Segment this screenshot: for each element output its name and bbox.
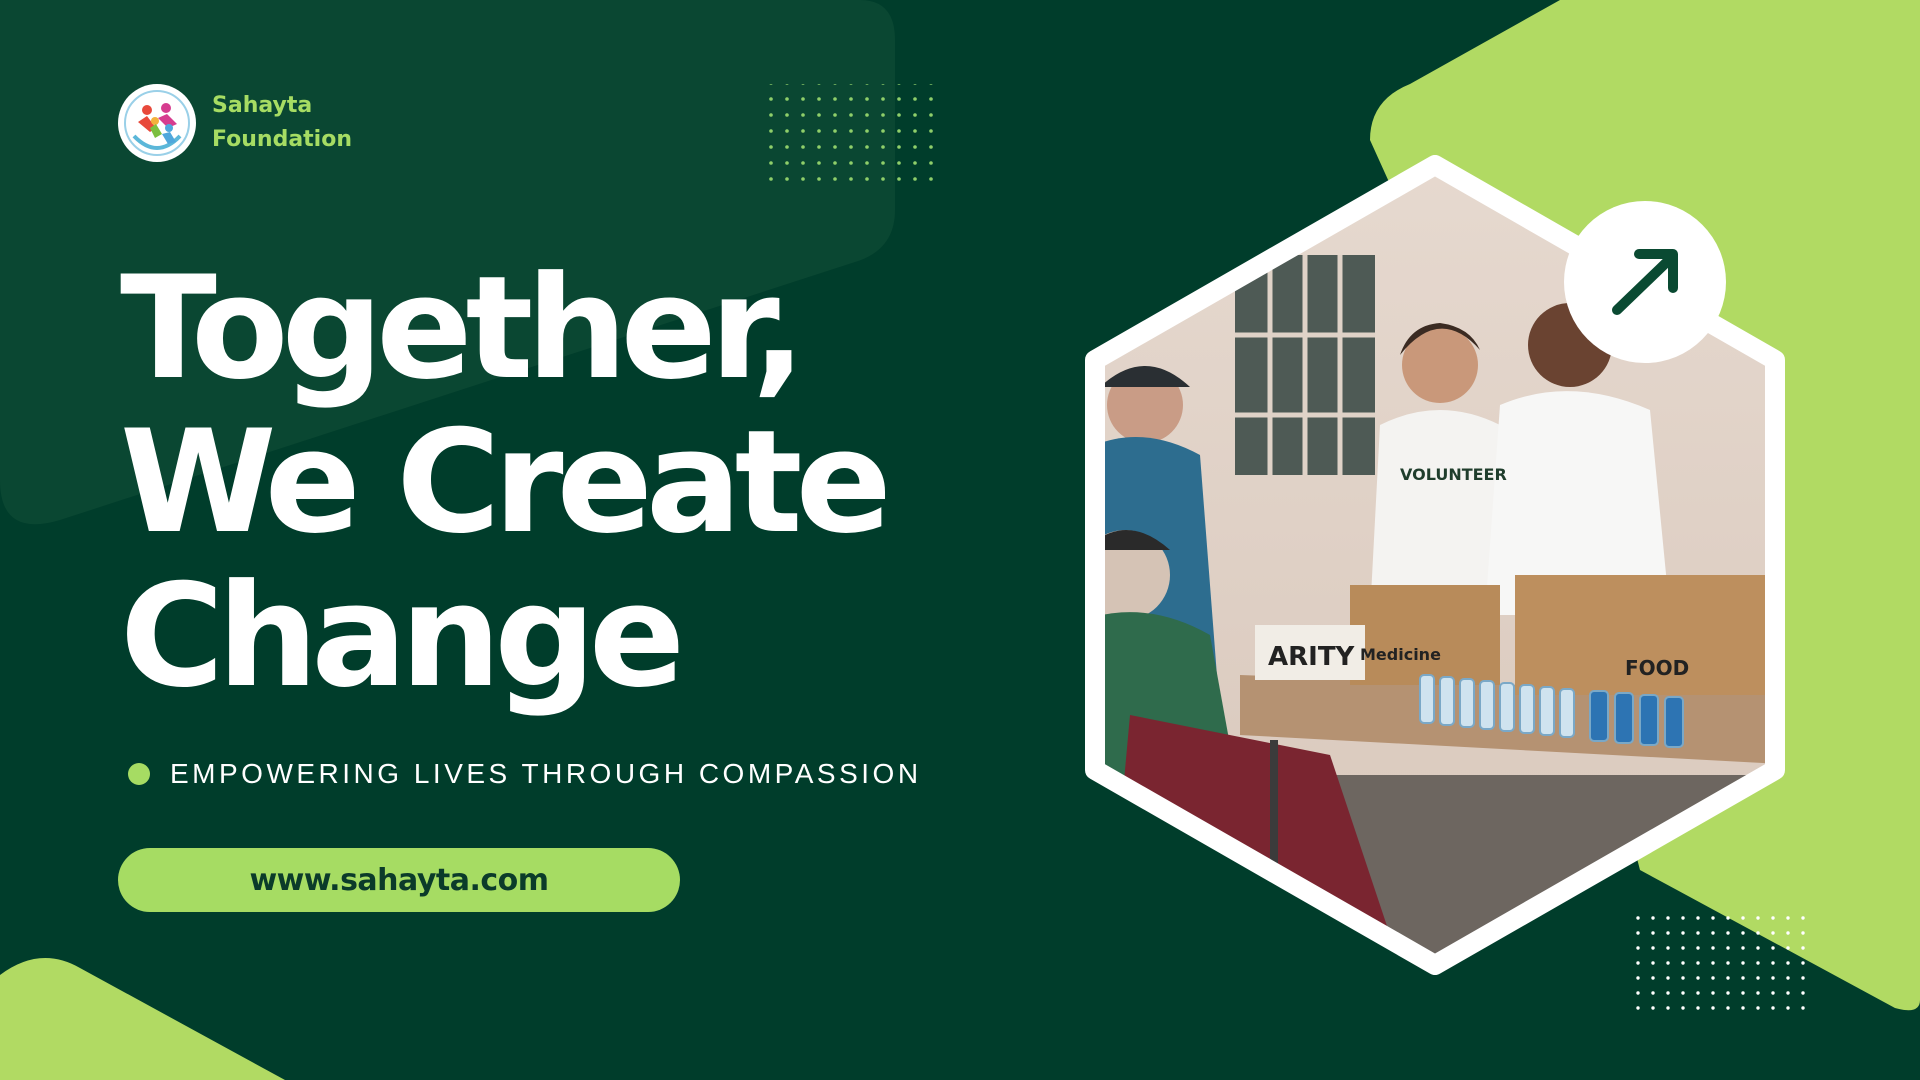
brand-name: Sahayta Foundation: [212, 89, 352, 157]
arrow-up-right-button[interactable]: [1564, 201, 1726, 363]
headline-line3: Change: [120, 554, 685, 719]
website-url: www.sahayta.com: [249, 862, 549, 898]
headline: Together, We Create Change: [120, 246, 892, 719]
bottom-left-lime-shape: [0, 958, 285, 1080]
headline-line2: We Create: [120, 400, 892, 565]
brand-name-line1: Sahayta: [212, 93, 313, 118]
arrow-up-right-icon: [1612, 249, 1678, 315]
tagline: EMPOWERING LIVES THROUGH COMPASSION: [128, 758, 922, 790]
bullet-dot-icon: [128, 763, 150, 785]
people-circle-logo-icon: [118, 84, 196, 162]
website-link-button[interactable]: www.sahayta.com: [118, 848, 680, 912]
brand[interactable]: Sahayta Foundation: [118, 84, 352, 162]
tagline-text: EMPOWERING LIVES THROUGH COMPASSION: [170, 758, 922, 789]
brand-name-line2: Foundation: [212, 127, 353, 152]
headline-line1: Together,: [120, 246, 806, 411]
sign-charity-text: ARITY: [1268, 642, 1356, 672]
sign-food-text: FOOD: [1625, 656, 1689, 680]
sign-medicine-text: Medicine: [1360, 645, 1441, 664]
dot-grid-top: [764, 84, 944, 184]
volunteer-shirt-text: VOLUNTEER: [1400, 465, 1507, 484]
